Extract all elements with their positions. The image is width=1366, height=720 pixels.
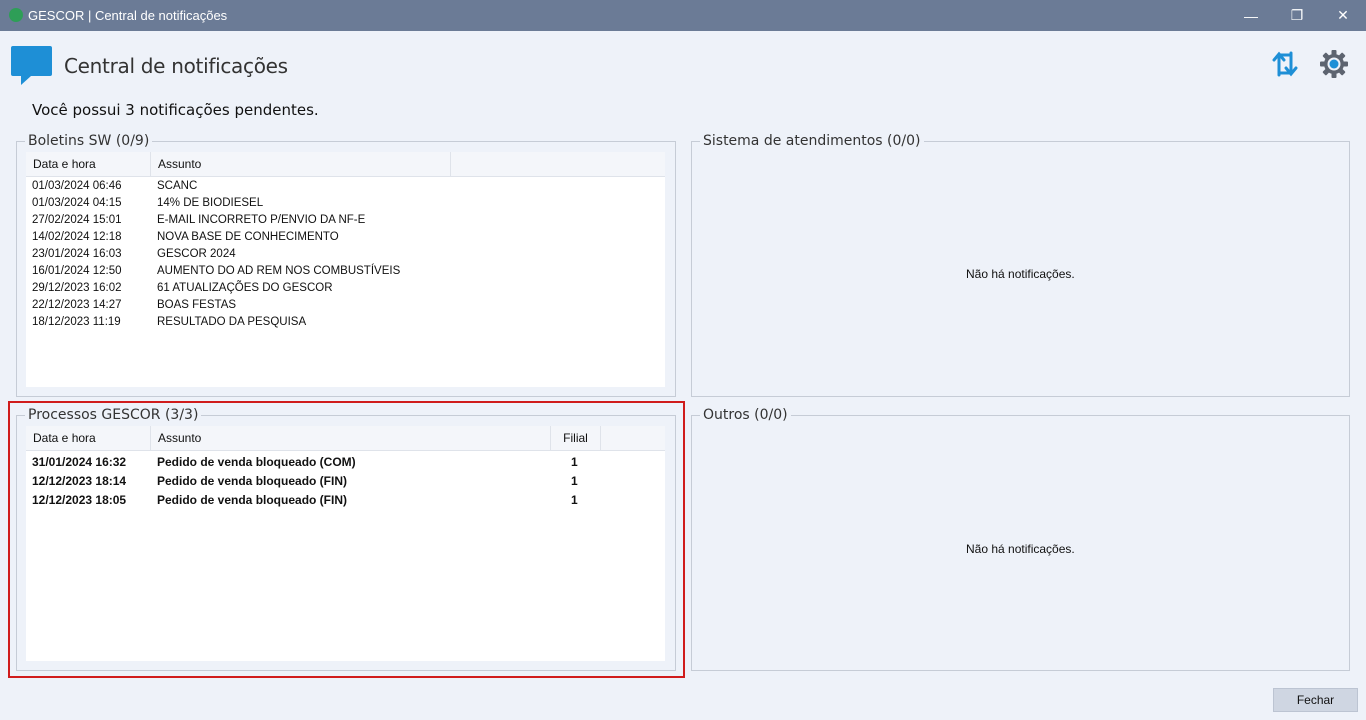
column-header-filial[interactable]: Filial: [551, 426, 601, 450]
table-row[interactable]: 27/02/2024 15:01 E-MAIL INCORRETO P/ENVIO…: [26, 212, 665, 229]
grid-header: Data e hora Assunto Filial: [26, 426, 665, 451]
title-bar: GESCOR | Central de notificações — ❐ ✕: [0, 0, 1366, 31]
window-title: GESCOR | Central de notificações: [28, 8, 228, 23]
boletins-legend: Boletins SW (0/9): [28, 133, 150, 149]
refresh-arrows-icon[interactable]: [1270, 49, 1300, 79]
column-header-subject[interactable]: Assunto: [151, 426, 551, 450]
column-header-date[interactable]: Data e hora: [26, 152, 151, 176]
gear-icon[interactable]: [1319, 49, 1349, 79]
empty-message: Não há notificações.: [966, 542, 1075, 556]
column-header-date[interactable]: Data e hora: [26, 426, 151, 450]
table-row[interactable]: 12/12/2023 18:05 Pedido de venda bloquead…: [26, 491, 665, 508]
atendimentos-legend: Sistema de atendimentos (0/0): [703, 133, 921, 149]
table-row[interactable]: 16/01/2024 12:50 AUMENTO DO AD REM NOS CO…: [26, 263, 665, 280]
atendimentos-group: Sistema de atendimentos (0/0): [691, 133, 1350, 397]
table-row[interactable]: 29/12/2023 16:02 61 ATUALIZAÇÕES DO GESCO…: [26, 280, 665, 297]
boletins-grid[interactable]: Data e hora Assunto 01/03/2024 06:46 SCAN…: [26, 152, 665, 387]
grid-header: Data e hora Assunto: [26, 152, 665, 177]
table-row[interactable]: 31/01/2024 16:32 Pedido de venda bloquead…: [26, 453, 665, 470]
page-title: Central de notificações: [64, 54, 288, 78]
empty-message: Não há notificações.: [966, 267, 1075, 281]
processos-grid[interactable]: Data e hora Assunto Filial 31/01/2024 16…: [26, 426, 665, 661]
restore-button[interactable]: ❐: [1274, 0, 1320, 31]
minimize-button[interactable]: —: [1228, 0, 1274, 31]
pending-notifications-message: Você possui 3 notificações pendentes.: [32, 101, 319, 119]
table-row[interactable]: 22/12/2023 14:27 BOAS FESTAS: [26, 297, 665, 314]
table-row[interactable]: 18/12/2023 11:19 RESULTADO DA PESQUISA: [26, 314, 665, 331]
close-window-button[interactable]: ✕: [1320, 0, 1366, 31]
table-row[interactable]: 12/12/2023 18:14 Pedido de venda bloquead…: [26, 472, 665, 489]
processos-legend: Processos GESCOR (3/3): [28, 407, 199, 423]
outros-legend: Outros (0/0): [703, 407, 788, 423]
table-row[interactable]: 01/03/2024 04:15 14% DE BIODIESEL: [26, 195, 665, 212]
table-row[interactable]: 01/03/2024 06:46 SCANC: [26, 178, 665, 195]
table-row[interactable]: 14/02/2024 12:18 NOVA BASE DE CONHECIMENT…: [26, 229, 665, 246]
column-header-subject[interactable]: Assunto: [151, 152, 451, 176]
chat-bubble-icon: [11, 46, 52, 85]
close-button[interactable]: Fechar: [1273, 688, 1358, 712]
app-logo-icon: [9, 8, 23, 22]
outros-group: Outros (0/0): [691, 407, 1350, 671]
table-row[interactable]: 23/01/2024 16:03 GESCOR 2024: [26, 246, 665, 263]
